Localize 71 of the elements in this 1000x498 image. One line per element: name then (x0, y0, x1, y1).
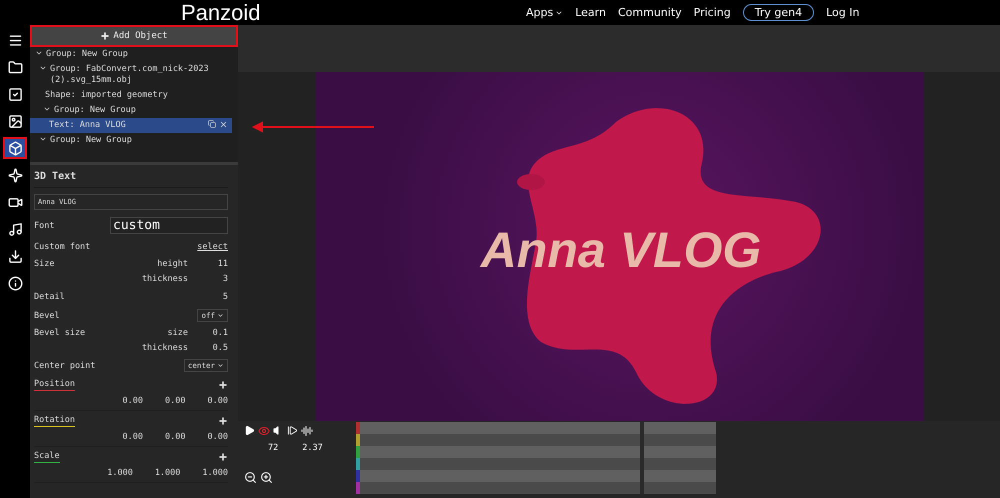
caret-icon (217, 312, 224, 319)
select-link[interactable]: select (197, 242, 228, 252)
timeline-track[interactable] (356, 446, 716, 458)
property-label: Font (34, 220, 54, 230)
font-field[interactable]: custom (110, 217, 228, 234)
timeline-track[interactable] (356, 470, 716, 482)
chevron-icon[interactable] (39, 135, 47, 143)
tree-item[interactable]: Group: New Group (30, 47, 232, 62)
tree-item[interactable]: Text: Anna VLOG (30, 118, 232, 133)
tree-item[interactable]: Group: New Group (30, 133, 232, 148)
close-icon[interactable] (219, 120, 228, 129)
property-value: 0.1 (212, 328, 228, 338)
tree-item[interactable]: Shape: imported geometry (30, 88, 232, 103)
property-label: Size (34, 259, 54, 269)
vector-value[interactable]: 0.00 (165, 396, 186, 406)
nav-link[interactable]: Pricing (694, 6, 731, 19)
cube-icon[interactable] (3, 137, 27, 159)
add-object-button[interactable]: Add Object (30, 25, 238, 47)
property-label: Custom font (34, 242, 90, 252)
sub-label: height (157, 259, 188, 269)
property-value: 5 (222, 292, 228, 302)
timeline-track[interactable] (356, 458, 716, 470)
nav-link[interactable]: Community (618, 6, 682, 19)
add-icon[interactable] (218, 416, 228, 426)
logo[interactable]: Panzoid (181, 0, 261, 25)
vector-value[interactable]: 1.000 (202, 468, 228, 478)
sub-label: size (168, 328, 188, 338)
property-label: Detail (34, 292, 65, 302)
property-value: 3 (222, 274, 228, 284)
property-label: Position (34, 378, 75, 390)
panel-title: 3D Text (34, 165, 228, 188)
vector-value[interactable]: 0.00 (122, 396, 144, 406)
zoom-in-icon[interactable] (260, 470, 273, 484)
property-label: Bevel size (34, 328, 86, 338)
vector-value[interactable]: 1.000 (107, 468, 133, 478)
nav-link[interactable]: Log In (826, 6, 860, 19)
plus-icon (100, 31, 110, 41)
tree-item[interactable]: Group: FabConvert.com_nick-2023 (2).svg_15mm.obj (30, 62, 232, 88)
copy-icon[interactable] (208, 120, 216, 128)
time-readout: 2.37 (302, 442, 323, 452)
play-icon[interactable] (244, 425, 255, 436)
nav-link[interactable]: Learn (575, 6, 606, 19)
sub-label: thickness (142, 343, 188, 353)
timeline-track[interactable] (356, 434, 716, 446)
vector-value[interactable]: 1.000 (154, 468, 180, 478)
caret-icon (217, 362, 224, 369)
chevron-icon[interactable] (35, 49, 43, 57)
chevron-icon[interactable] (39, 64, 47, 72)
vector-value[interactable]: 0.00 (165, 432, 186, 442)
vector-value[interactable]: 0.00 (208, 432, 228, 442)
add-icon[interactable] (218, 452, 228, 462)
property-label: Bevel (34, 310, 60, 320)
frame-count: 72 (268, 442, 278, 452)
zoom-out-icon[interactable] (244, 470, 257, 484)
step-icon[interactable] (287, 425, 298, 436)
try-button[interactable]: Try gen4 (742, 4, 814, 21)
timeline-track[interactable] (356, 482, 716, 494)
property-label: Rotation (34, 414, 75, 426)
nav-link[interactable]: Apps (526, 6, 564, 19)
add-icon[interactable] (218, 380, 228, 390)
sub-label: thickness (142, 274, 188, 284)
vector-value[interactable]: 0.00 (122, 432, 144, 442)
property-label: Center point (34, 360, 96, 370)
vector-value[interactable]: 0.00 (208, 396, 228, 406)
waveform-icon[interactable] (301, 424, 313, 436)
property-value: 11 (218, 259, 228, 269)
property-label: Scale (34, 450, 60, 462)
chevron-icon[interactable] (43, 105, 51, 113)
timeline-track[interactable] (356, 422, 716, 434)
property-value: 0.5 (212, 343, 228, 353)
tree-item[interactable]: Group: New Group (30, 103, 232, 118)
